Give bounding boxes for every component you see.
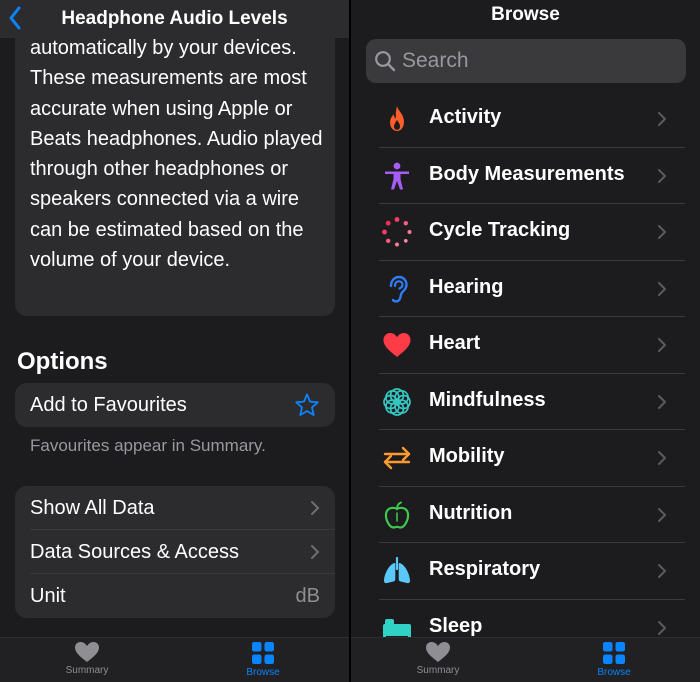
bed-icon — [383, 618, 411, 637]
chevron-right-icon — [658, 394, 666, 409]
browse-screen: Browse Search Activity Body Measurements — [351, 0, 700, 682]
category-sleep[interactable]: Sleep — [351, 600, 700, 637]
grid-icon — [603, 642, 625, 664]
heart-icon — [75, 642, 99, 662]
category-label: Mindfulness — [429, 388, 546, 411]
person-icon — [385, 162, 409, 189]
page-title: Headphone Audio Levels — [61, 8, 288, 29]
category-body-measurements[interactable]: Body Measurements — [351, 148, 700, 204]
tab-browse[interactable]: Browse — [218, 641, 308, 678]
tab-browse-label: Browse — [246, 667, 280, 678]
tab-browse-label: Browse — [597, 667, 631, 678]
category-activity[interactable]: Activity — [351, 91, 700, 148]
add-to-favourites-button[interactable]: Add to Favourites — [15, 383, 335, 427]
flame-icon — [390, 106, 404, 131]
heart-icon — [383, 333, 411, 357]
data-options-group: Show All Data Data Sources & Access Unit… — [15, 486, 335, 618]
add-to-favourites-label: Add to Favourites — [30, 393, 187, 416]
category-respiratory[interactable]: Respiratory — [351, 543, 700, 600]
category-label: Sleep — [429, 614, 483, 637]
unit-row[interactable]: Unit dB — [15, 574, 335, 618]
data-sources-access-label: Data Sources & Access — [30, 540, 239, 563]
back-chevron-icon[interactable] — [6, 5, 26, 31]
nav-bar: Headphone Audio Levels — [0, 0, 349, 38]
unit-value: dB — [295, 584, 320, 607]
browse-title: Browse — [491, 4, 560, 25]
category-label: Cycle Tracking — [429, 219, 571, 241]
chevron-right-icon — [658, 281, 666, 296]
search-icon — [375, 51, 396, 72]
chevron-right-icon — [658, 168, 666, 183]
ear-icon — [389, 275, 408, 303]
category-label: Activity — [429, 106, 502, 128]
favourites-group: Add to Favourites — [15, 383, 335, 427]
data-sources-access-row[interactable]: Data Sources & Access — [15, 530, 335, 574]
show-all-data-row[interactable]: Show All Data — [15, 486, 335, 530]
category-nutrition[interactable]: Nutrition — [351, 487, 700, 543]
search-placeholder: Search — [402, 49, 469, 72]
heart-icon — [426, 642, 450, 662]
flower-icon — [383, 387, 411, 416]
chevron-right-icon — [658, 112, 666, 126]
category-label: Heart — [429, 332, 481, 354]
options-header: Options — [17, 348, 108, 375]
favourites-hint: Favourites appear in Summary. — [30, 436, 266, 455]
grid-icon — [252, 642, 274, 664]
category-label: Body Measurements — [429, 162, 625, 185]
chevron-right-icon — [311, 501, 319, 515]
category-label: Hearing — [429, 275, 504, 298]
tab-summary-label: Summary — [416, 665, 460, 676]
show-all-data-label: Show All Data — [30, 496, 155, 519]
star-icon[interactable] — [294, 392, 320, 418]
search-input[interactable]: Search — [366, 39, 686, 83]
lungs-icon — [383, 556, 411, 584]
category-hearing[interactable]: Hearing — [351, 261, 700, 317]
chevron-right-icon — [658, 451, 666, 465]
description-text: automatically by your devices. These mea… — [30, 37, 323, 272]
category-mindfulness[interactable]: Mindfulness — [351, 374, 700, 430]
tab-summary[interactable]: Summary — [393, 641, 483, 676]
description-card: automatically by your devices. These mea… — [15, 30, 335, 316]
category-label: Mobility — [429, 445, 505, 467]
category-label: Respiratory — [429, 558, 541, 580]
category-cycle-tracking[interactable]: Cycle Tracking — [351, 204, 700, 261]
tab-summary[interactable]: Summary — [42, 641, 132, 676]
chevron-right-icon — [658, 225, 666, 239]
category-mobility[interactable]: Mobility — [351, 430, 700, 487]
cycle-icon — [382, 217, 412, 247]
apple-icon — [384, 501, 410, 529]
category-heart[interactable]: Heart — [351, 317, 700, 374]
tab-bar: Summary Browse — [351, 637, 700, 682]
category-list: Activity Body Measurements Cycle Trackin… — [351, 91, 700, 637]
chevron-right-icon — [658, 620, 666, 635]
tab-bar: Summary Browse — [0, 637, 349, 682]
category-label: Nutrition — [429, 501, 513, 524]
audio-levels-screen: automatically by your devices. These mea… — [0, 0, 349, 682]
arrows-icon — [383, 446, 411, 470]
chevron-right-icon — [311, 545, 319, 559]
chevron-right-icon — [658, 338, 666, 352]
chevron-right-icon — [658, 507, 666, 522]
unit-label: Unit — [30, 584, 66, 607]
tab-summary-label: Summary — [65, 665, 109, 676]
tab-browse[interactable]: Browse — [569, 641, 659, 678]
chevron-right-icon — [658, 564, 666, 578]
